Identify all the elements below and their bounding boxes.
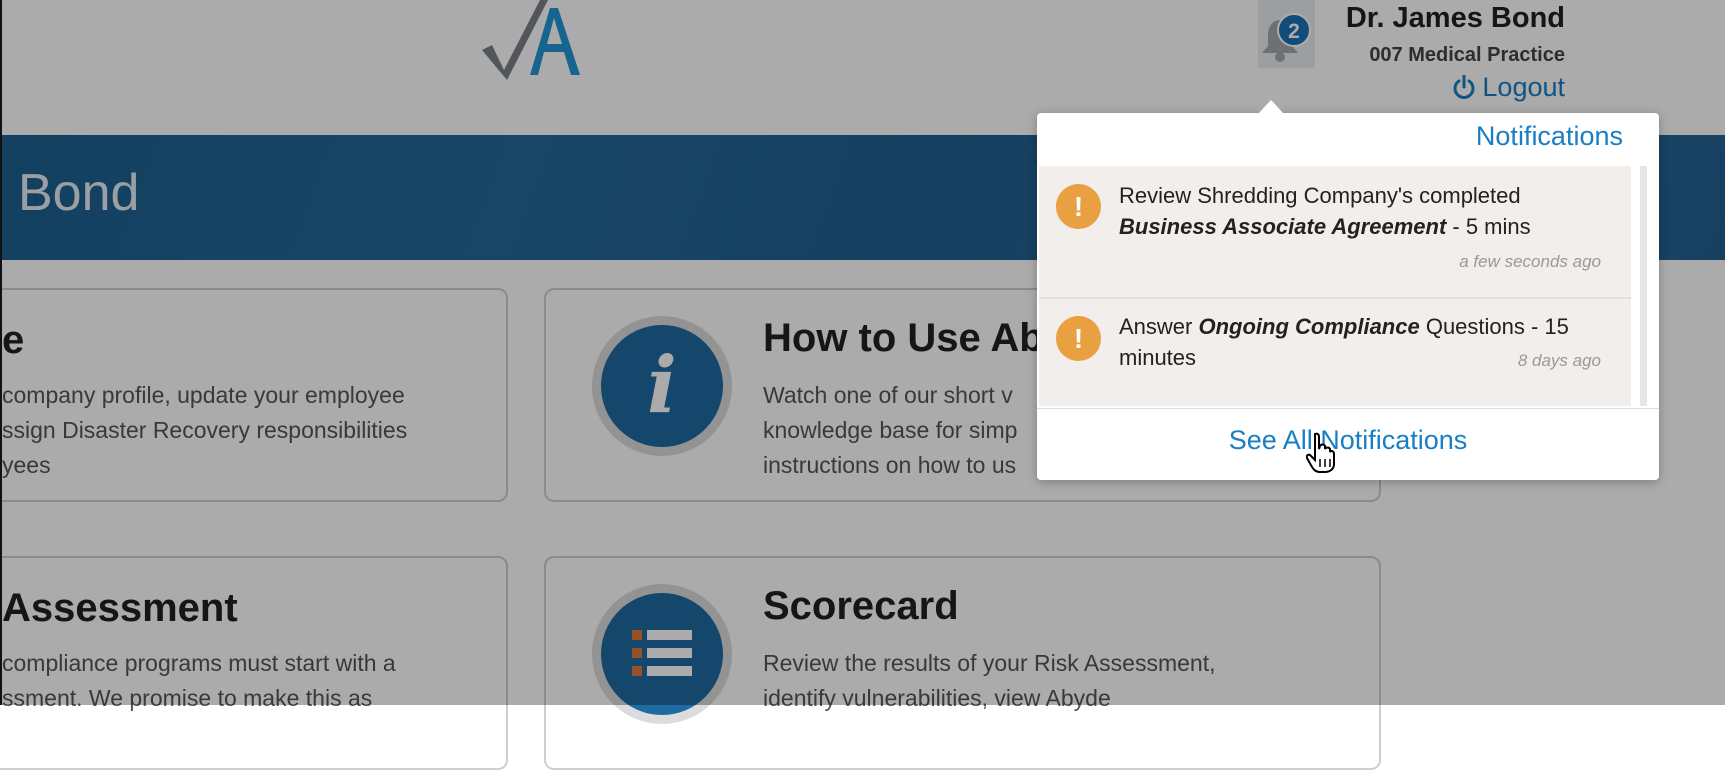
notifications-dropdown: Notifications ! Review Shredding Company… [1037, 113, 1659, 480]
notification-emphasis: Business Associate Agreement [1119, 214, 1447, 239]
notification-text: Review Shredding Company's completed Bus… [1119, 180, 1531, 242]
notification-emphasis: Ongoing Compliance [1198, 314, 1420, 339]
warning-icon: ! [1056, 316, 1101, 361]
notification-text: Answer Ongoing Compliance Questions - 15… [1119, 311, 1569, 373]
notification-item[interactable]: ! Review Shredding Company's completed B… [1039, 166, 1631, 297]
notification-prefix: Answer [1119, 314, 1199, 339]
notification-item[interactable]: ! Answer Ongoing Compliance Questions - … [1039, 299, 1631, 406]
notification-line: Review Shredding Company's completed [1119, 183, 1521, 208]
see-all-notifications-link[interactable]: See All Notifications [1037, 425, 1659, 456]
divider [1037, 408, 1659, 409]
notification-suffix: - 5 mins [1446, 214, 1531, 239]
window-edge [0, 0, 2, 705]
notification-line: minutes [1119, 345, 1197, 370]
scrollbar[interactable] [1640, 166, 1647, 406]
notifications-list: ! Review Shredding Company's completed B… [1039, 166, 1631, 406]
dropdown-caret [1258, 100, 1284, 114]
notifications-header-link[interactable]: Notifications [1476, 121, 1623, 152]
notification-time: a few seconds ago [1459, 252, 1601, 271]
hand-cursor-icon [1305, 432, 1336, 479]
warning-icon: ! [1056, 184, 1101, 229]
notification-suffix: Questions - 15 [1419, 314, 1569, 339]
notification-time: 8 days ago [1517, 351, 1601, 370]
